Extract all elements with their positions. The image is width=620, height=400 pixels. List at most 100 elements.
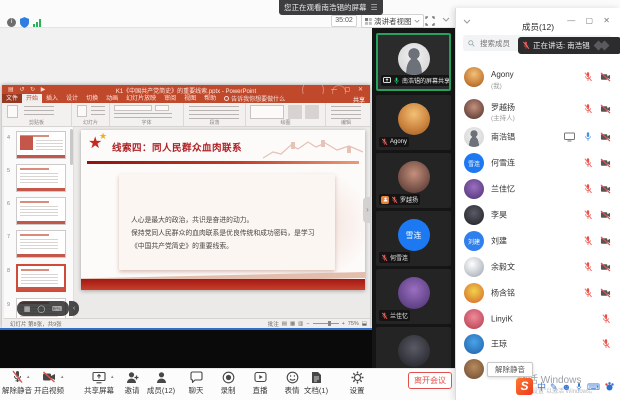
camera-off-icon[interactable] bbox=[600, 288, 611, 298]
screen-share-icon[interactable] bbox=[564, 133, 575, 142]
mic-input-icon[interactable] bbox=[575, 382, 583, 392]
ppt-window-controls[interactable]: — ▢ ✕ bbox=[331, 86, 366, 93]
shield-icon[interactable] bbox=[20, 17, 29, 28]
zoom-slider[interactable] bbox=[313, 323, 339, 324]
camera-off-icon[interactable] bbox=[600, 104, 611, 114]
leave-meeting-button[interactable]: 离开会议 bbox=[408, 372, 452, 389]
camera-off-icon[interactable] bbox=[600, 184, 611, 194]
tab-review[interactable]: 审阅 bbox=[160, 94, 180, 103]
tab-insert[interactable]: 插入 bbox=[42, 94, 62, 103]
emoji-icon[interactable]: ☻ bbox=[562, 382, 571, 392]
video-tile[interactable]: 雪连 何雪连 bbox=[376, 211, 451, 266]
chinese-mode-icon[interactable]: 中 bbox=[537, 382, 546, 392]
video-tile[interactable]: 罗越扬 bbox=[376, 153, 451, 208]
slide-thumbnail[interactable] bbox=[16, 131, 66, 159]
zoom-out-icon[interactable]: − bbox=[306, 321, 309, 327]
video-tile-screenshare[interactable]: 南浩锠的屏幕共享 bbox=[376, 33, 451, 91]
slide-thumbnail-selected[interactable] bbox=[16, 264, 66, 292]
mic-active-icon[interactable] bbox=[583, 132, 593, 143]
shapes-gallery[interactable] bbox=[250, 105, 284, 119]
info-icon[interactable]: i bbox=[7, 18, 16, 27]
member-row[interactable]: 王琼 bbox=[456, 331, 620, 356]
arrange-button[interactable] bbox=[288, 105, 302, 119]
view-mode-button[interactable]: 演讲者视图 bbox=[361, 14, 424, 28]
font-size-box[interactable] bbox=[155, 105, 169, 111]
mic-muted-icon[interactable] bbox=[583, 262, 593, 273]
next-slide-chevron[interactable]: › bbox=[363, 197, 370, 223]
slide-thumbnail[interactable] bbox=[16, 164, 66, 192]
member-row[interactable]: 罗越扬 (主持人) bbox=[456, 94, 620, 124]
pointer-circle-icon[interactable]: ◯ bbox=[37, 305, 45, 313]
camera-off-icon[interactable] bbox=[600, 210, 611, 220]
slide-thumbnail[interactable] bbox=[16, 197, 66, 225]
tab-view[interactable]: 视图 bbox=[180, 94, 200, 103]
tell-me-box[interactable]: 告诉我你想要做什么 bbox=[220, 94, 289, 103]
start-video-button[interactable]: 开启视频 bbox=[27, 370, 71, 396]
pen-icon[interactable]: ✎ bbox=[550, 382, 558, 392]
fullscreen-icon[interactable] bbox=[425, 16, 435, 26]
slide-thumbnail[interactable] bbox=[16, 230, 66, 258]
tab-slideshow[interactable]: 幻灯片放映 bbox=[122, 94, 160, 103]
mic-muted-icon[interactable] bbox=[601, 338, 611, 349]
paste-button[interactable] bbox=[7, 105, 18, 118]
tab-design[interactable]: 设计 bbox=[62, 94, 82, 103]
member-row[interactable]: 刘建 刘建 bbox=[456, 228, 620, 254]
member-row[interactable]: 余毅文 bbox=[456, 254, 620, 280]
signal-icon[interactable] bbox=[33, 19, 41, 27]
notes-button[interactable]: 批注 bbox=[268, 320, 279, 328]
member-row[interactable]: 南浩锠 bbox=[456, 124, 620, 150]
tooltip-menu-icon[interactable]: ☰ bbox=[371, 0, 378, 15]
mic-muted-icon[interactable] bbox=[583, 104, 593, 115]
collapse-toolbar-icon[interactable] bbox=[442, 17, 450, 23]
tab-animations[interactable]: 动画 bbox=[102, 94, 122, 103]
video-tile[interactable]: 李昊 bbox=[376, 327, 451, 368]
keyboard-icon[interactable]: ⌨ bbox=[587, 382, 600, 392]
tab-home[interactable]: 开始 bbox=[22, 94, 42, 103]
mic-muted-icon[interactable] bbox=[583, 210, 593, 221]
caret-icon[interactable]: ▴ bbox=[61, 374, 64, 380]
member-row[interactable]: 李昊 bbox=[456, 202, 620, 228]
mic-muted-icon[interactable] bbox=[583, 72, 593, 83]
camera-off-icon[interactable] bbox=[600, 236, 611, 246]
zoom-in-icon[interactable]: + bbox=[342, 321, 345, 327]
quick-styles-button[interactable] bbox=[305, 105, 319, 119]
settings-button[interactable]: 设置 bbox=[335, 370, 379, 396]
mic-muted-icon[interactable] bbox=[601, 313, 611, 324]
member-row[interactable]: 兰佳忆 bbox=[456, 176, 620, 202]
zoom-level[interactable]: 75% bbox=[348, 321, 359, 327]
fit-slide-icon[interactable]: ⬓ bbox=[362, 321, 367, 327]
camera-off-icon[interactable] bbox=[600, 72, 611, 82]
docs-button[interactable]: 文档(1) bbox=[294, 370, 338, 396]
meeting-info-icons[interactable]: i bbox=[7, 17, 41, 28]
member-row[interactable]: 雪连 何雪连 bbox=[456, 150, 620, 176]
tab-file[interactable]: 文件 bbox=[2, 94, 22, 103]
member-row[interactable]: 杨含铭 bbox=[456, 280, 620, 306]
annotation-toolbar[interactable]: ▦ ◯ ⌨ bbox=[17, 301, 69, 316]
font-name-box[interactable] bbox=[114, 105, 152, 111]
video-tile[interactable]: Agony bbox=[376, 95, 451, 150]
paw-icon[interactable] bbox=[604, 381, 615, 392]
keyboard-icon[interactable]: ⌨ bbox=[52, 305, 62, 313]
new-slide-button[interactable] bbox=[77, 105, 87, 117]
mic-muted-icon[interactable] bbox=[583, 288, 593, 299]
tab-help[interactable]: 帮助 bbox=[200, 94, 220, 103]
mic-muted-icon[interactable] bbox=[583, 236, 593, 247]
view-normal-icon[interactable]: ▤ bbox=[282, 321, 287, 327]
member-row[interactable]: Agony (我) bbox=[456, 62, 620, 92]
sogou-logo-icon[interactable]: S bbox=[516, 378, 533, 395]
panel-window-controls[interactable]: — ▢ ✕ bbox=[567, 16, 614, 25]
mic-muted-icon[interactable] bbox=[583, 184, 593, 195]
camera-off-icon[interactable] bbox=[600, 132, 611, 142]
member-row[interactable]: LinyiK bbox=[456, 306, 620, 331]
input-method-bar[interactable]: S 中 ✎ ☻ ⌨ bbox=[516, 378, 615, 395]
apps-grid-icon[interactable]: ▦ bbox=[24, 305, 31, 313]
thumbnail-scrollbar[interactable] bbox=[70, 129, 73, 165]
view-sorter-icon[interactable]: ▦ bbox=[290, 321, 295, 327]
camera-off-icon[interactable] bbox=[600, 262, 611, 272]
tab-transitions[interactable]: 切换 bbox=[82, 94, 102, 103]
avatar bbox=[398, 43, 430, 75]
view-reading-icon[interactable]: ▥ bbox=[298, 321, 303, 327]
mic-muted-icon[interactable] bbox=[583, 158, 593, 169]
video-tile[interactable]: 兰佳忆 bbox=[376, 269, 451, 324]
camera-off-icon[interactable] bbox=[600, 158, 611, 168]
